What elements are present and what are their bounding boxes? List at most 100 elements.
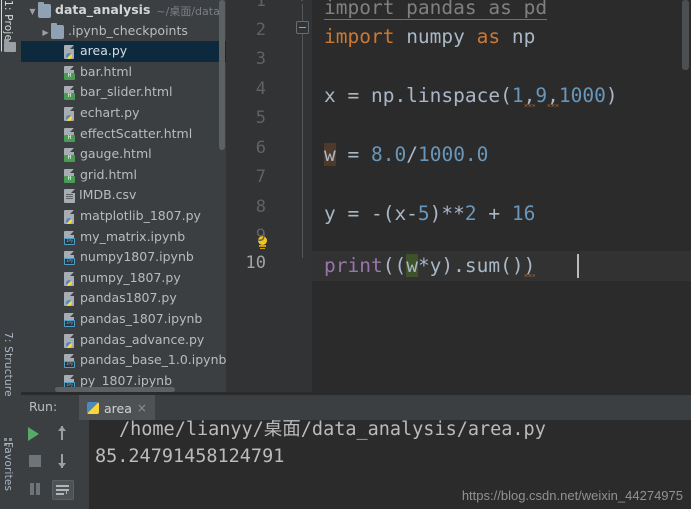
html-file-icon: H [64, 65, 76, 80]
code-line-2: import numpy as np [324, 22, 535, 52]
tree-item-grid-html[interactable]: Hgrid.html [21, 165, 226, 186]
tool-window-tab-structure[interactable]: 7: Structure [0, 330, 17, 399]
code-line-4: x = np.linspace(1,9,1000) [324, 81, 618, 111]
line-number-1: 1 [255, 0, 266, 11]
tree-item-label: area.py [80, 43, 128, 59]
editor-code-area[interactable]: import pandas as pd import numpy as np x… [312, 0, 691, 394]
operator-slash: / [406, 143, 418, 166]
folder-icon [38, 2, 51, 18]
line-number-7: 7 [255, 167, 266, 187]
line-number-2: 2 [255, 20, 266, 40]
code-line-8-mid: )** [429, 202, 465, 225]
code-editor[interactable]: 1 2 3 4 5 6 7 8 9 10 import pandas as pd import n… [226, 0, 691, 394]
module-numpy: numpy [394, 25, 477, 48]
chevron-right-icon[interactable]: ▶ [40, 23, 51, 44]
tree-item-path: ~/桌面/data [156, 5, 220, 18]
bulb-base-2 [260, 247, 265, 249]
fold-collapse-icon[interactable] [296, 21, 309, 34]
tree-item-imdb-csv[interactable]: IMDB.csv [21, 185, 226, 206]
pycharm-window: 1: Project 7: Structure Favorites ▼ data_… [0, 0, 691, 509]
code-line-10-open: (( [382, 254, 407, 277]
code-line-8-plus: + [476, 202, 512, 225]
builtin-print: print [324, 254, 383, 277]
code-line-8: y = -(x-5)**2 + 16 [324, 199, 535, 229]
literal-16: 16 [511, 202, 536, 225]
tree-item-label: effectScatter.html [80, 125, 193, 141]
tree-vertical-scrollbar[interactable] [219, 0, 225, 150]
notebook-file-icon: IPy [64, 354, 76, 369]
tree-item-label: pandas_base_1.0.ipynb [80, 352, 226, 368]
tree-item-numpy1807-ipynb[interactable]: IPy numpy1807.ipynb [21, 247, 226, 268]
arrow-down-icon [58, 454, 65, 468]
tree-item-label: my_matrix.ipynb [80, 228, 186, 244]
line-number-8: 8 [255, 197, 266, 217]
pause-button[interactable] [24, 478, 46, 500]
line-number-9: 9 [255, 226, 266, 246]
tree-item-area-py[interactable]: area.py [21, 41, 226, 62]
run-toolbar [21, 420, 89, 509]
code-line-10: print((w*y).sum()) [324, 251, 536, 281]
tree-item-gauge-html[interactable]: Hgauge.html [21, 144, 226, 165]
tree-item-echart-py[interactable]: echart.py [21, 103, 226, 124]
tree-item-data-analysis[interactable]: ▼ data_analysis ~/桌面/data [21, 0, 226, 21]
line-number-4: 4 [255, 79, 266, 99]
literal-8p0: 8.0 [370, 143, 407, 166]
close-icon[interactable]: × [137, 401, 147, 415]
tree-item-matplotlib-1807-py[interactable]: matplotlib_1807.py [21, 206, 226, 227]
tree-item-label: numpy1807.ipynb [80, 249, 194, 265]
chevron-down-icon[interactable]: ▼ [27, 2, 38, 23]
tree-item-pandas1807-py[interactable]: pandas1807.py [21, 288, 226, 309]
tree-item-label: grid.html [80, 166, 137, 182]
up-stack-button[interactable] [52, 422, 74, 444]
tree-item-effectscatter-html[interactable]: HeffectScatter.html [21, 124, 226, 145]
down-stack-button[interactable] [52, 450, 74, 472]
editor-vertical-scrollbar[interactable] [682, 0, 689, 70]
fold-collapse-icon[interactable] [296, 0, 309, 6]
tree-item-my-matrix-ipynb[interactable]: IPy my_matrix.ipynb [21, 227, 226, 248]
keyword-import: import [324, 25, 395, 48]
line-number-3: 3 [255, 49, 266, 69]
soft-wrap-icon [56, 485, 69, 487]
project-tree-rows: ▼ data_analysis ~/桌面/data ▶ .ipynb_checkpoin… [21, 0, 226, 391]
tool-window-tab-favorites[interactable]: Favorites [0, 440, 17, 493]
console-line-2: 85.24791458124791 [95, 446, 285, 467]
tree-item-bar-html[interactable]: Hbar.html [21, 62, 226, 83]
tree-item-label: .ipynb_checkpoints [68, 22, 188, 38]
tree-item-bar-slider-html[interactable]: Hbar_slider.html [21, 82, 226, 103]
pause-icon [30, 483, 34, 495]
project-tree-panel[interactable]: ▼ data_analysis ~/桌面/data ▶ .ipynb_checkpoin… [21, 0, 226, 394]
left-tool-strip: 1: Project 7: Structure Favorites [0, 0, 22, 509]
python-file-icon [64, 45, 76, 60]
code-line-6: w = 8.0/1000.0 [324, 140, 488, 170]
line-number-6: 6 [255, 138, 266, 158]
tree-item-numpy-1807-py[interactable]: numpy_1807.py [21, 268, 226, 289]
soft-wrap-icon-arrow [65, 489, 68, 494]
stop-button[interactable] [24, 450, 46, 472]
play-icon [28, 427, 39, 441]
soft-wrap-button[interactable] [52, 480, 74, 500]
run-tab-area[interactable]: area × [79, 395, 155, 421]
python-file-icon [64, 209, 76, 224]
python-file-icon [64, 292, 76, 307]
notebook-file-icon: IPy [64, 230, 76, 245]
editor-gutter[interactable]: 1 2 3 4 5 6 7 8 9 10 [226, 0, 312, 394]
literal-1000: 1000 [558, 84, 606, 107]
literal-2: 2 [464, 202, 477, 225]
tree-item--ipynb-checkpoints[interactable]: ▶ .ipynb_checkpoints [21, 21, 226, 42]
line-number-10: 10 [245, 253, 266, 273]
notebook-file-icon: IPy [64, 312, 76, 327]
identifier-w-usage-highlight: w [406, 254, 418, 277]
tree-item-label: data_analysis [55, 2, 151, 17]
comma-warning-2: , [547, 84, 559, 107]
tree-item-label: numpy_1807.py [80, 269, 181, 285]
tree-item-label: bar_slider.html [80, 84, 173, 100]
code-line-8-head: y = -(x- [324, 202, 418, 225]
tree-item-pandas-advance-py[interactable]: pandas_advance.py [21, 330, 226, 351]
tree-item-label: matplotlib_1807.py [80, 207, 201, 223]
rerun-button[interactable] [24, 422, 46, 444]
tree-item-pandas-base-1-0-ipynb[interactable]: IPy pandas_base_1.0.ipynb [21, 350, 226, 371]
code-line-10-close: ) [523, 254, 536, 277]
literal-1: 1 [511, 84, 524, 107]
tree-item-pandas-1807-ipynb[interactable]: IPy pandas_1807.ipynb [21, 309, 226, 330]
console-line-1: /home/lianyy/桌面/data_analysis/area.py [119, 420, 546, 440]
